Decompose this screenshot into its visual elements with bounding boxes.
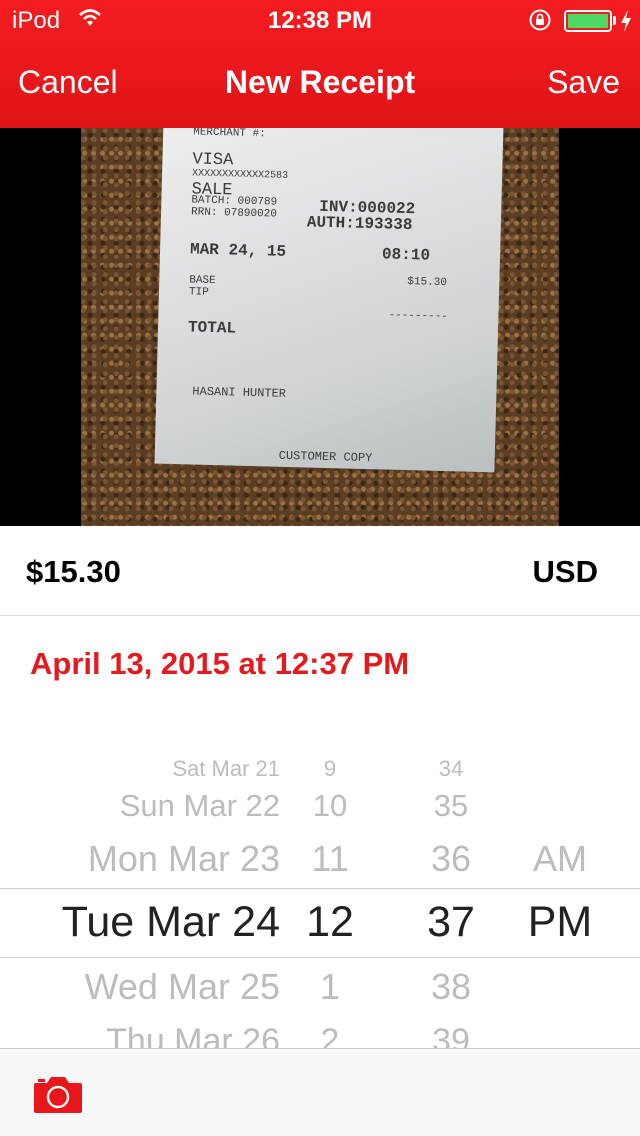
receipt-photo-area[interactable]: MERCHANT #: VISA XXXXXXXXXXXX2583 SALE B… [0,128,640,526]
receipt-rrn: RRN: 07890020 [190,206,278,221]
receipt-tip-line: --------- [388,309,448,324]
picker-minute[interactable]: 38 [416,966,486,1008]
picker-row[interactable]: Thu Mar 26 2 39 [0,1022,640,1048]
header: iPod 12:38 PM Cancel New Receipt Save [0,0,640,128]
battery-tip [613,16,616,25]
picker-day[interactable]: Tue Mar 24 [62,898,280,947]
date-field[interactable]: April 13, 2015 at 12:37 PM [30,646,409,682]
toolbar [0,1048,640,1136]
picker-hour[interactable]: 9 [300,756,360,782]
receipt-date: MAR 24, 15 [189,240,287,261]
picker-hour[interactable]: 2 [300,1022,360,1048]
date-time-picker[interactable]: Sat Mar 21 9 34 Sun Mar 22 10 35 Mon Mar… [0,738,640,1048]
picker-day[interactable]: Wed Mar 25 [85,966,280,1008]
picker-selected-row[interactable]: Tue Mar 24 12 37 PM [0,898,640,948]
charging-bolt-icon [621,10,631,32]
picker-minute[interactable]: 36 [416,838,486,880]
amount-row[interactable]: $15.30 USD [0,526,640,616]
receipt-auth: AUTH:193338 [306,213,413,235]
picker-hour[interactable]: 12 [300,898,360,947]
picker-minute[interactable]: 35 [416,788,486,824]
page-title: New Receipt [224,64,416,100]
picker-minute[interactable]: 39 [416,1022,486,1048]
receipt-time: 08:10 [381,245,431,265]
picker-row[interactable]: Mon Mar 23 11 36 AM [0,838,640,882]
receipt-paper: MERCHANT #: VISA XXXXXXXXXXXX2583 SALE B… [154,128,504,473]
picker-day[interactable]: Mon Mar 23 [88,838,280,880]
picker-hour[interactable]: 11 [300,838,360,880]
picker-ampm[interactable]: AM [520,838,600,880]
picker-minute[interactable]: 37 [416,898,486,947]
picker-ampm[interactable]: PM [520,898,600,947]
receipt-base-label: BASE [189,274,216,288]
picker-row[interactable]: Sat Mar 21 9 34 [0,756,640,782]
picker-row[interactable]: Sun Mar 22 10 35 [0,788,640,824]
receipt-photo[interactable]: MERCHANT #: VISA XXXXXXXXXXXX2583 SALE B… [81,128,559,526]
receipt-card-type: VISA [192,150,234,171]
receipt-cardholder-name: HASANI HUNTER [192,384,287,401]
picker-day[interactable]: Sun Mar 22 [120,788,280,824]
status-bar: iPod 12:38 PM [0,0,640,40]
battery-icon [564,10,612,32]
receipt-base-amount: $15.30 [407,276,448,290]
receipt-tip-label: TIP [188,286,209,299]
battery-level [568,14,608,28]
camera-icon[interactable] [32,1075,84,1115]
receipt-total-label: TOTAL [187,318,237,338]
receipt-copy-label: CUSTOMER COPY [278,448,373,466]
amount-field[interactable]: $15.30 [26,554,121,590]
picker-hour[interactable]: 10 [300,788,360,824]
rotation-lock-icon [529,9,551,31]
currency-selector[interactable]: USD [533,554,598,590]
picker-day[interactable]: Thu Mar 26 [106,1022,280,1048]
receipt-merchant: MERCHANT #: [193,128,266,141]
save-button[interactable]: Save [547,64,620,101]
picker-hour[interactable]: 1 [300,966,360,1008]
picker-row[interactable]: Wed Mar 25 1 38 [0,966,640,1010]
picker-minute[interactable]: 34 [416,756,486,782]
picker-day[interactable]: Sat Mar 21 [172,756,280,782]
